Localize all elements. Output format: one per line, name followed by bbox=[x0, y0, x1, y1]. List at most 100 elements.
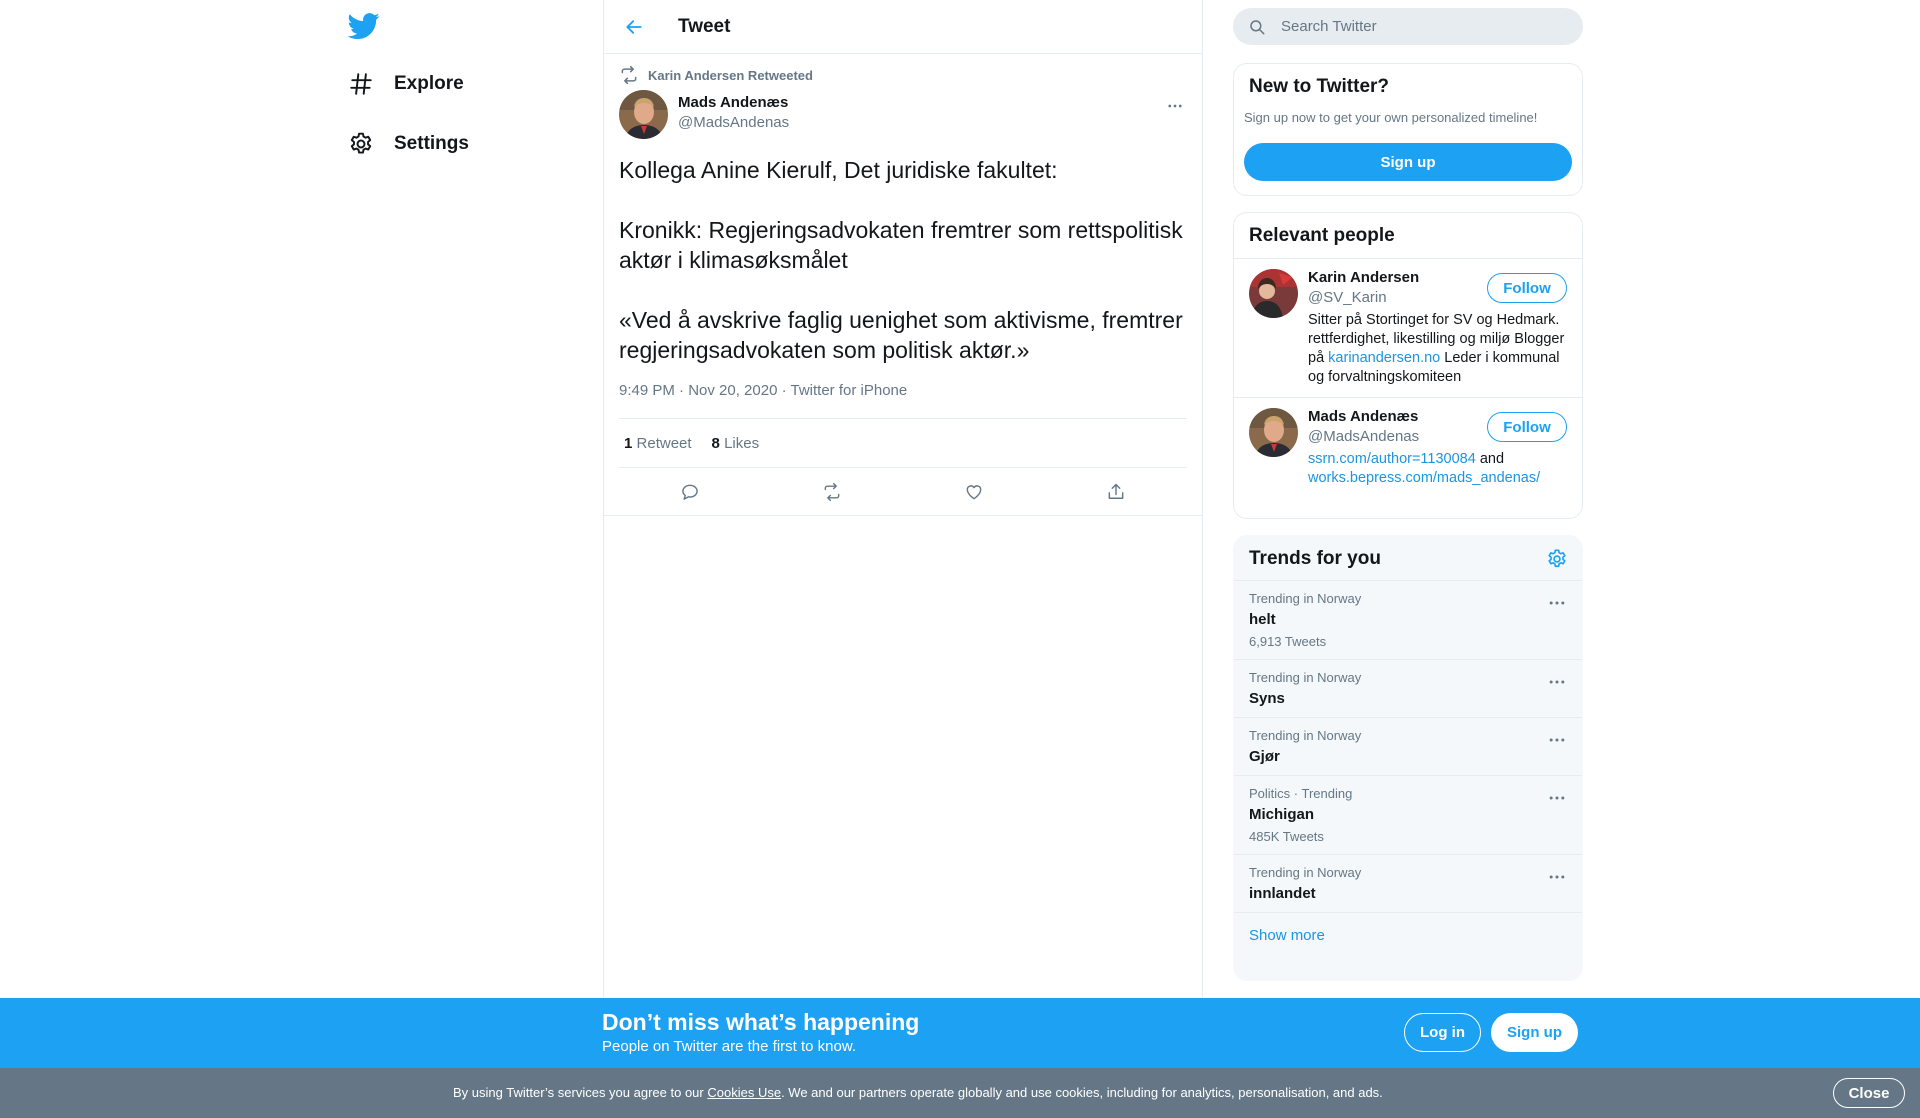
new-to-twitter-subtitle: Sign up now to get your own personalized… bbox=[1244, 110, 1538, 125]
new-to-twitter-title: New to Twitter? bbox=[1249, 76, 1390, 97]
like-stat[interactable]: 8 Likes bbox=[712, 435, 760, 452]
banner-subtitle: People on Twitter are the first to know. bbox=[602, 1038, 857, 1055]
person-avatar[interactable] bbox=[1249, 269, 1298, 318]
tweet-actions bbox=[604, 468, 1202, 516]
sidebar-signup-button[interactable]: Sign up bbox=[1244, 143, 1572, 181]
retweet-icon bbox=[824, 482, 840, 501]
hashtag-icon bbox=[350, 73, 372, 95]
author-name[interactable]: Mads Andenæs bbox=[678, 94, 789, 111]
trend-context: Trending in Norway bbox=[1249, 728, 1362, 743]
trend-context: Trending in Norway bbox=[1249, 865, 1362, 880]
bio-link[interactable]: karinandersen.no bbox=[1328, 350, 1440, 366]
tweet-author: Mads Andenæs @MadsAndenas bbox=[619, 90, 1187, 139]
person-avatar[interactable] bbox=[1249, 408, 1298, 457]
trend-item[interactable]: Trending in Norway helt 6,913 Tweets bbox=[1234, 581, 1582, 660]
nav-settings[interactable]: Settings bbox=[338, 119, 469, 169]
trend-item[interactable]: Politics · Trending Michigan 485K Tweets bbox=[1234, 776, 1582, 855]
cookie-text-after: . We and our partners operate globally a… bbox=[781, 1085, 1383, 1100]
share-icon bbox=[1108, 483, 1124, 499]
cookie-text: By using Twitter’s services you agree to… bbox=[453, 1085, 1383, 1100]
trend-context: Politics · Trending bbox=[1249, 786, 1353, 801]
like-count: 8 bbox=[711, 434, 720, 452]
trend-item[interactable]: Trending in Norway innlandet bbox=[1234, 855, 1582, 913]
cookies-use-link[interactable]: Cookies Use bbox=[707, 1085, 781, 1100]
person-item[interactable]: Mads Andenæs @MadsAndenas ssrn.com/autho… bbox=[1234, 397, 1582, 498]
reply-icon bbox=[682, 484, 698, 500]
tweet-timestamp[interactable]: 9:49 PM · Nov 20, 2020 bbox=[619, 382, 777, 399]
show-more-link[interactable]: Show more bbox=[1234, 913, 1582, 958]
trend-name: Gjør bbox=[1249, 748, 1280, 765]
more-icon[interactable] bbox=[1547, 788, 1567, 808]
person-bio: Sitter på Stortinget for SV og Hedmark. … bbox=[1308, 311, 1567, 387]
follow-button[interactable]: Follow bbox=[1487, 273, 1567, 303]
more-icon[interactable] bbox=[1547, 593, 1567, 613]
retweet-count: 1 bbox=[624, 434, 633, 452]
banner-signup-button[interactable]: Sign up bbox=[1491, 1013, 1578, 1052]
tweet-stats: 1 Retweet 8 Likes bbox=[619, 418, 1187, 468]
person-item[interactable]: Karin Andersen @SV_Karin Sitter på Stort… bbox=[1234, 259, 1582, 397]
reply-button[interactable] bbox=[670, 472, 710, 512]
person-bio: ssrn.com/author=1130084 and works.bepres… bbox=[1308, 450, 1567, 488]
new-to-twitter-card: New to Twitter? Sign up now to get your … bbox=[1233, 63, 1583, 196]
search-input[interactable] bbox=[1281, 18, 1561, 35]
like-stat-label: Likes bbox=[724, 434, 760, 452]
search-bar[interactable] bbox=[1233, 8, 1583, 45]
tweet-meta: 9:49 PM · Nov 20, 2020 · Twitter for iPh… bbox=[619, 382, 1187, 406]
bio-text: and bbox=[1475, 451, 1505, 467]
bio-link[interactable]: works.bepress.com/mads_andenas/ bbox=[1308, 470, 1540, 486]
trend-count: 485K Tweets bbox=[1249, 829, 1324, 844]
trends-title: Trends for you bbox=[1249, 548, 1381, 569]
trend-context: Trending in Norway bbox=[1249, 670, 1362, 685]
author-avatar[interactable] bbox=[619, 90, 668, 139]
login-button[interactable]: Log in bbox=[1404, 1013, 1481, 1052]
tweet-text: Kollega Anine Kierulf, Det juridiske fak… bbox=[619, 157, 1183, 363]
retweet-stat-label: Retweet bbox=[636, 434, 692, 452]
share-button[interactable] bbox=[1096, 472, 1136, 512]
tweet-column: Tweet Karin Andersen Retweeted Mads Ande… bbox=[603, 0, 1203, 1118]
cookie-close-button[interactable]: Close bbox=[1833, 1078, 1905, 1108]
author-handle[interactable]: @MadsAndenas bbox=[678, 114, 789, 131]
more-icon[interactable] bbox=[1547, 672, 1567, 692]
arrow-left-icon bbox=[626, 19, 642, 34]
relevant-people-card: Relevant people Karin Andersen @SV_Karin… bbox=[1233, 212, 1583, 519]
retweet-stat[interactable]: 1 Retweet bbox=[624, 435, 692, 452]
bio-link[interactable]: ssrn.com/author=1130084 bbox=[1308, 451, 1476, 467]
more-icon[interactable] bbox=[1547, 730, 1567, 750]
nav-explore[interactable]: Explore bbox=[338, 59, 464, 109]
nav-settings-label: Settings bbox=[394, 133, 469, 154]
trend-item[interactable]: Trending in Norway Syns bbox=[1234, 660, 1582, 718]
cookie-text-before: By using Twitter’s services you agree to… bbox=[453, 1085, 708, 1100]
relevant-people-title: Relevant people bbox=[1249, 225, 1395, 246]
nav-explore-label: Explore bbox=[394, 73, 464, 94]
trends-settings-icon[interactable] bbox=[1546, 548, 1568, 570]
cookie-banner: By using Twitter’s services you agree to… bbox=[0, 1068, 1920, 1118]
trend-name: Michigan bbox=[1249, 806, 1315, 823]
trend-context: Trending in Norway bbox=[1249, 591, 1362, 606]
tweet-source[interactable]: Twitter for iPhone bbox=[791, 382, 908, 399]
twitter-logo-icon[interactable] bbox=[347, 10, 380, 42]
retweeted-by-label: Karin Andersen Retweeted bbox=[648, 67, 813, 83]
like-button[interactable] bbox=[954, 472, 994, 512]
meta-separator: · bbox=[777, 382, 791, 399]
tweet: Karin Andersen Retweeted Mads Andenæs @M… bbox=[604, 60, 1202, 516]
trend-name: Syns bbox=[1249, 690, 1285, 707]
retweet-context[interactable]: Karin Andersen Retweeted bbox=[619, 60, 1187, 90]
trend-name: helt bbox=[1249, 611, 1276, 628]
back-button[interactable] bbox=[614, 7, 654, 47]
signup-banner: Don’t miss what’s happening People on Tw… bbox=[0, 998, 1920, 1068]
more-icon bbox=[1168, 104, 1182, 108]
tweet-header: Tweet bbox=[604, 0, 1202, 54]
more-icon[interactable] bbox=[1547, 867, 1567, 887]
retweet-icon bbox=[621, 65, 637, 85]
retweet-button[interactable] bbox=[812, 472, 852, 512]
trend-count: 6,913 Tweets bbox=[1249, 634, 1327, 649]
search-icon bbox=[1250, 19, 1265, 34]
trend-item[interactable]: Trending in Norway Gjør bbox=[1234, 718, 1582, 776]
trends-card: Trends for you Trending in Norway helt 6… bbox=[1233, 535, 1583, 981]
heart-icon bbox=[966, 484, 982, 499]
page-title: Tweet bbox=[678, 15, 731, 37]
tweet-more-button[interactable] bbox=[1163, 94, 1187, 118]
banner-title: Don’t miss what’s happening bbox=[602, 1009, 920, 1035]
follow-button[interactable]: Follow bbox=[1487, 412, 1567, 442]
trend-name: innlandet bbox=[1249, 885, 1316, 902]
